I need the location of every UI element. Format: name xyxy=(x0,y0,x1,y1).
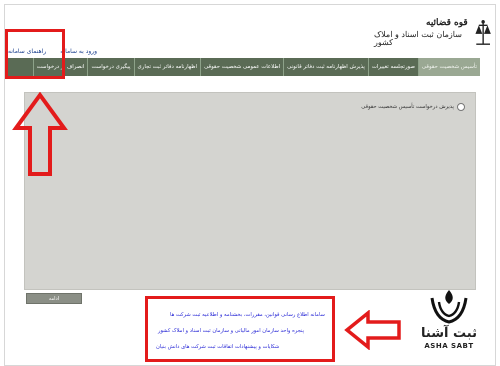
request-option[interactable]: پذیرش درخواست تأسیس شخصیت حقوقی xyxy=(361,103,465,111)
radio-label: پذیرش درخواست تأسیس شخصیت حقوقی xyxy=(361,104,454,110)
request-radio[interactable] xyxy=(457,103,465,111)
brand-name-en: ASHA SABT xyxy=(424,342,474,350)
continue-button[interactable]: ادامه xyxy=(26,293,82,304)
tab-establish-entity[interactable]: تأسیس شخصیت حقوقی xyxy=(417,58,480,76)
footer-link-laws[interactable]: سامانه اطلاع رسانی قوانین، مقررات، بخشنا… xyxy=(170,312,325,318)
tab-public-info[interactable]: اطلاعات عمومی شخصیت حقوقی xyxy=(200,58,283,76)
tab-commercial-books[interactable]: اظهارنامه دفاتر ثبت تجاری xyxy=(133,58,201,76)
up-arrow-icon xyxy=(12,92,68,176)
tab-change-minutes[interactable]: صورتجلسه تغییرات xyxy=(367,58,418,76)
footer-link-tax-window[interactable]: پنجره واحد سازمان امور مالیاتی و سازمان … xyxy=(158,328,304,334)
emblem-icon xyxy=(475,20,491,45)
organization-logo: قوه قضائیه سازمان ثبت اسناد و املاک کشور xyxy=(374,12,494,54)
tab-legal-books[interactable]: پذیرش اظهارنامه ثبت دفاتر قانونی xyxy=(283,58,368,76)
brand-emblem-icon xyxy=(430,290,468,324)
main-tabs: تأسیس شخصیت حقوقی صورتجلسه تغییرات پذیرش… xyxy=(8,58,480,76)
brand-name-fa: ثبت آشنا xyxy=(421,326,477,341)
logo-title: قوه قضائیه xyxy=(426,18,468,28)
footer-link-complaints[interactable]: شکایات و پیشنهادات اتفاقات ثبت شرکت های … xyxy=(156,344,279,350)
brand-logo: ثبت آشنا ASHA SABT xyxy=(404,288,494,360)
tab-track-request[interactable]: پیگیری درخواست xyxy=(87,58,133,76)
login-link[interactable]: ورود به سامانه xyxy=(60,48,97,55)
help-link-highlight xyxy=(5,29,65,79)
left-arrow-icon xyxy=(344,310,401,350)
content-panel: پذیرش درخواست تأسیس شخصیت حقوقی xyxy=(24,92,476,290)
logo-subtitle: سازمان ثبت اسناد و املاک کشور xyxy=(374,30,462,47)
